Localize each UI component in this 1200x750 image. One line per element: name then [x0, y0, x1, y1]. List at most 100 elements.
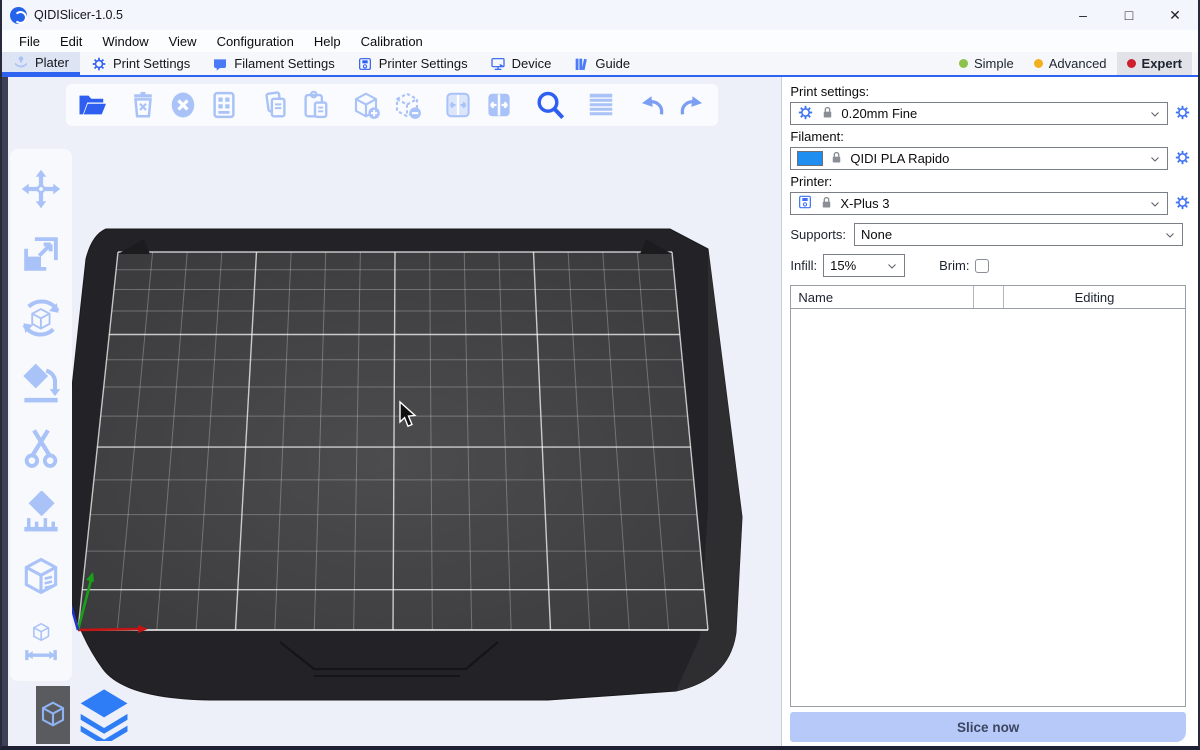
- tab-label: Guide: [595, 56, 630, 71]
- remove-instance-icon[interactable]: [389, 87, 425, 123]
- redo-icon[interactable]: [675, 87, 711, 123]
- tab-bar: Plater Print SettingsFilament Settings Pri…: [2, 52, 1198, 77]
- chevron-down-icon: [886, 260, 898, 272]
- chevron-down-icon: [1164, 229, 1176, 241]
- gear-icon: [797, 104, 814, 124]
- object-list[interactable]: Name Editing: [790, 285, 1186, 707]
- editor-view-toggle[interactable]: [36, 686, 70, 744]
- supports-combo[interactable]: None: [854, 223, 1183, 246]
- maximize-button[interactable]: □: [1106, 0, 1152, 30]
- 3d-viewport[interactable]: [2, 77, 781, 746]
- menu-calibration[interactable]: Calibration: [352, 32, 432, 51]
- object-list-header: Name Editing: [791, 286, 1185, 309]
- menu-help[interactable]: Help: [305, 32, 350, 51]
- mode-selector: Simple Advanced Expert: [949, 52, 1198, 75]
- mode-advanced[interactable]: Advanced: [1024, 52, 1117, 75]
- search-icon[interactable]: [532, 87, 568, 123]
- chevron-down-icon: [1149, 108, 1161, 120]
- print-bed[interactable]: [8, 77, 781, 746]
- lock-icon: [820, 105, 835, 123]
- filament-icon: [212, 56, 228, 72]
- printer-small-icon: [797, 194, 813, 213]
- filament-color-swatch: [797, 151, 823, 166]
- view-toggles: [36, 684, 130, 744]
- settings-sidebar: Print settings: 0.20mm Fine Filament: QI…: [781, 77, 1198, 746]
- chevron-down-icon: [1149, 198, 1161, 210]
- mode-dot-icon: [1127, 59, 1136, 68]
- mode-label: Expert: [1142, 56, 1182, 71]
- move-icon[interactable]: [19, 167, 63, 211]
- gear-outline-icon: [91, 56, 107, 72]
- delete-all-icon[interactable]: [166, 87, 202, 123]
- rotate-icon[interactable]: [19, 296, 63, 340]
- delete-icon[interactable]: [125, 87, 161, 123]
- plater-icon: [13, 54, 29, 70]
- plater-toolbar: [66, 84, 718, 126]
- arrange-icon[interactable]: [206, 87, 242, 123]
- open-folder-icon[interactable]: [74, 87, 110, 123]
- brim-checkbox[interactable]: [975, 259, 989, 273]
- support-paint-icon[interactable]: [19, 490, 63, 534]
- paste-icon[interactable]: [298, 87, 334, 123]
- measure-icon[interactable]: [19, 619, 63, 663]
- brim-label: Brim:: [939, 258, 969, 273]
- window-title: QIDISlicer-1.0.5: [34, 8, 123, 22]
- column-name[interactable]: Name: [791, 286, 974, 308]
- place-on-face-icon[interactable]: [19, 361, 63, 405]
- supports-label: Supports:: [790, 227, 846, 242]
- object-list-body[interactable]: [791, 309, 1185, 706]
- add-instance-icon[interactable]: [349, 87, 385, 123]
- infill-combo[interactable]: 15%: [823, 254, 905, 277]
- app-window: QIDISlicer-1.0.5 – □ ✕ FileEditWindowVie…: [0, 0, 1200, 750]
- tab-filament-settings[interactable]: Filament Settings: [201, 52, 345, 75]
- edit-printer-button[interactable]: [1171, 193, 1193, 215]
- mode-label: Advanced: [1049, 56, 1107, 71]
- undo-icon[interactable]: [634, 87, 670, 123]
- preview-view-toggle[interactable]: [74, 684, 130, 744]
- tab-printer-settings[interactable]: Printer Settings: [346, 52, 479, 75]
- menu-window[interactable]: Window: [93, 32, 157, 51]
- mode-dot-icon: [1034, 59, 1043, 68]
- cut-icon[interactable]: [19, 425, 63, 469]
- split-objects-icon[interactable]: [440, 87, 476, 123]
- variable-layer-height-icon[interactable]: [583, 87, 619, 123]
- tab-guide[interactable]: Guide: [562, 52, 641, 75]
- mode-expert[interactable]: Expert: [1117, 52, 1192, 75]
- main-area: Print settings: 0.20mm Fine Filament: QI…: [2, 77, 1198, 746]
- tab-print-settings[interactable]: Print Settings: [80, 52, 201, 75]
- seam-paint-icon[interactable]: [19, 554, 63, 598]
- tab-device[interactable]: Device: [479, 52, 563, 75]
- gizmo-toolbar: [10, 149, 72, 681]
- edit-filament-button[interactable]: [1171, 148, 1193, 170]
- column-editing[interactable]: Editing: [1004, 286, 1185, 308]
- lock-icon: [819, 195, 834, 213]
- menu-view[interactable]: View: [160, 32, 206, 51]
- split-parts-icon[interactable]: [481, 87, 517, 123]
- window-controls: – □ ✕: [1060, 0, 1198, 30]
- column-extruder[interactable]: [974, 286, 1004, 308]
- tab-label: Plater: [35, 55, 69, 70]
- tabs: Plater Print SettingsFilament Settings Pri…: [2, 52, 641, 75]
- tab-plater[interactable]: Plater: [2, 52, 80, 75]
- close-button[interactable]: ✕: [1152, 0, 1198, 30]
- filament-combo[interactable]: QIDI PLA Rapido: [790, 147, 1168, 170]
- layers-icon: [76, 685, 128, 744]
- menu-configuration[interactable]: Configuration: [208, 32, 303, 51]
- copy-icon[interactable]: [257, 87, 293, 123]
- printer-combo[interactable]: X-Plus 3: [790, 192, 1168, 215]
- print-settings-combo[interactable]: 0.20mm Fine: [790, 102, 1168, 125]
- tab-label: Printer Settings: [379, 56, 468, 71]
- gear-icon: [1174, 104, 1191, 124]
- printer-icon: [357, 56, 373, 72]
- menu-edit[interactable]: Edit: [51, 32, 91, 51]
- slice-now-button[interactable]: Slice now: [790, 712, 1186, 742]
- mode-simple[interactable]: Simple: [949, 52, 1024, 75]
- scale-icon[interactable]: [19, 232, 63, 276]
- minimize-button[interactable]: –: [1060, 0, 1106, 30]
- menu-file[interactable]: File: [10, 32, 49, 51]
- edit-print-settings-button[interactable]: [1171, 103, 1193, 125]
- filament-label: Filament:: [790, 129, 1193, 144]
- print-settings-label: Print settings:: [790, 84, 1193, 99]
- mode-label: Simple: [974, 56, 1014, 71]
- title-bar: QIDISlicer-1.0.5 – □ ✕: [2, 0, 1198, 30]
